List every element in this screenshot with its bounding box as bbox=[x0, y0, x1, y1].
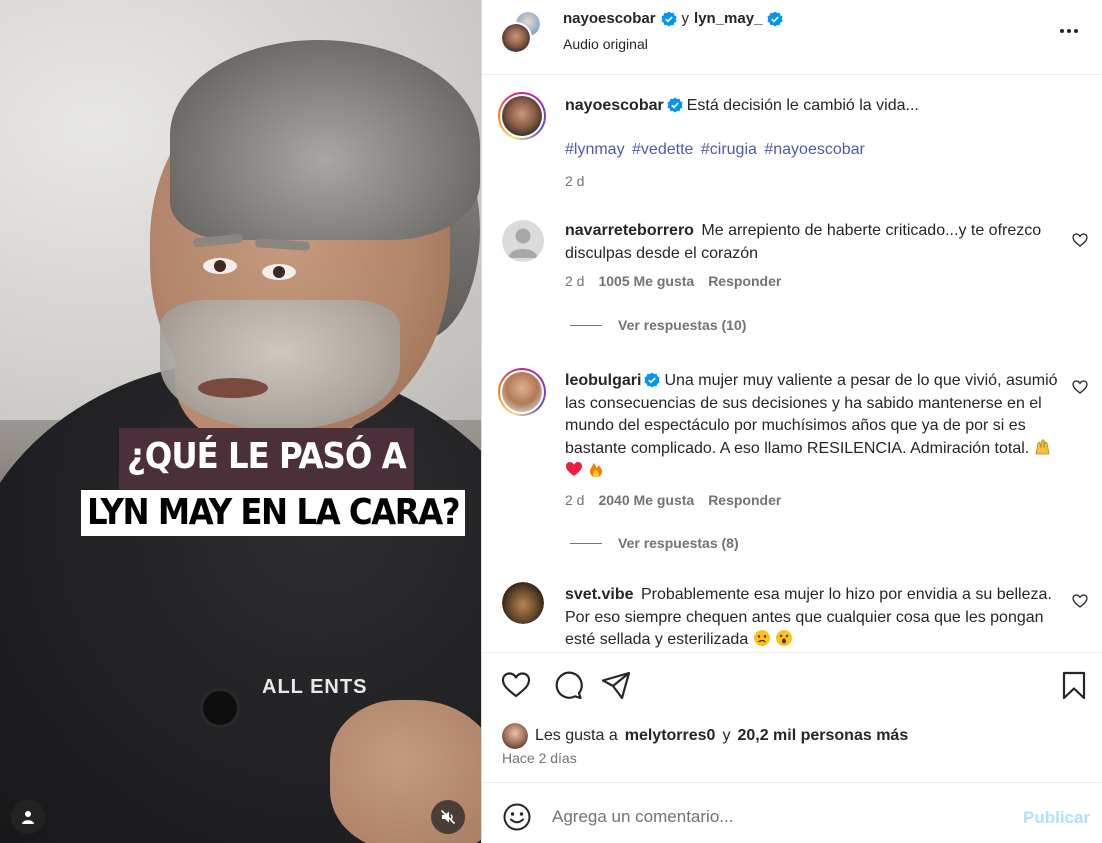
video-caption-line2: LYN MAY EN LA CARA? bbox=[81, 490, 466, 536]
reply-button[interactable]: Responder bbox=[708, 492, 781, 508]
verified-badge-icon bbox=[667, 97, 683, 113]
default-avatar-icon bbox=[508, 228, 538, 258]
muted-speaker-icon bbox=[440, 809, 456, 825]
person-eye-right bbox=[262, 264, 296, 280]
sad-face-emoji bbox=[753, 630, 770, 646]
post-header: nayoescobar y lyn_may_ Audio original bbox=[482, 0, 1102, 75]
replies-line bbox=[570, 542, 602, 544]
view-replies-label: Ver respuestas (10) bbox=[618, 317, 747, 333]
reply-button[interactable]: Responder bbox=[708, 273, 781, 289]
caption-meta: 2 d bbox=[565, 173, 584, 189]
heart-outline-icon[interactable] bbox=[1072, 232, 1088, 248]
person-eye-left bbox=[203, 258, 237, 274]
collab-avatars[interactable] bbox=[500, 10, 544, 54]
header-connector: y bbox=[681, 10, 690, 27]
hashtag-link[interactable]: #lynmay bbox=[565, 141, 625, 158]
replies-line bbox=[570, 324, 602, 326]
audio-link[interactable]: Audio original bbox=[563, 36, 648, 52]
video-caption-line1: ¿QUÉ LE PASÓ A bbox=[119, 428, 414, 490]
verified-badge-icon bbox=[661, 11, 677, 26]
verified-badge-icon bbox=[767, 11, 783, 26]
caption-username[interactable]: nayoescobar bbox=[565, 97, 664, 114]
likes-user[interactable]: melytorres0 bbox=[625, 727, 716, 745]
comment-time[interactable]: 2 d bbox=[565, 492, 584, 508]
emoji-icon[interactable] bbox=[502, 802, 532, 832]
comment-body: Probablemente esa mujer lo hizo por envi… bbox=[565, 586, 1052, 648]
comment-avatar[interactable] bbox=[498, 368, 546, 416]
caption-text: nayoescobar Está decisión le cambió la v… bbox=[565, 95, 1065, 118]
comment-username[interactable]: svet.vibe bbox=[565, 586, 633, 603]
comment-avatar[interactable] bbox=[502, 220, 544, 262]
comment-username[interactable]: leobulgari bbox=[565, 372, 641, 389]
share-icon[interactable] bbox=[600, 669, 632, 701]
more-options-button[interactable] bbox=[1060, 24, 1084, 38]
caption-time[interactable]: 2 d bbox=[565, 173, 584, 189]
comment-text: leobulgari Una mujer muy valiente a pesa… bbox=[565, 370, 1065, 483]
comment-likes[interactable]: 2040 Me gusta bbox=[598, 492, 694, 508]
liker-avatar[interactable] bbox=[502, 723, 528, 749]
hashtag-link[interactable]: #cirugia bbox=[701, 141, 757, 158]
user-icon bbox=[22, 811, 34, 824]
post-date[interactable]: Hace 2 días bbox=[502, 750, 577, 766]
verified-badge-icon bbox=[644, 372, 660, 388]
shirt-button bbox=[200, 688, 240, 728]
post-panel: nayoescobar y lyn_may_ Audio original na… bbox=[481, 0, 1102, 843]
reel-media[interactable]: ALL ENTS ¿QUÉ LE PASÓ A LYN MAY EN LA CA… bbox=[0, 0, 481, 843]
view-replies-button[interactable]: Ver respuestas (8) bbox=[570, 535, 739, 551]
surprised-face-emoji bbox=[776, 630, 793, 646]
raised-hands-emoji bbox=[1035, 439, 1050, 454]
header-user2[interactable]: lyn_may_ bbox=[694, 10, 762, 27]
comment-input[interactable] bbox=[552, 804, 1012, 830]
comment-meta: 2 d 1005 Me gusta Responder bbox=[565, 273, 781, 289]
view-replies-button[interactable]: Ver respuestas (10) bbox=[570, 317, 746, 333]
likes-connector: y bbox=[722, 727, 731, 744]
caption-avatar[interactable] bbox=[498, 92, 546, 140]
hashtag-link[interactable]: #vedette bbox=[632, 141, 693, 158]
publish-button[interactable]: Publicar bbox=[1023, 808, 1090, 828]
header-usernames: nayoescobar y lyn_may_ bbox=[563, 10, 783, 27]
more-horizontal-icon bbox=[1060, 29, 1064, 33]
comment-username[interactable]: navarreteborrero bbox=[565, 222, 694, 239]
comment-text: svet.vibe Probablemente esa mujer lo hiz… bbox=[565, 584, 1065, 651]
add-comment-bar: Publicar bbox=[482, 784, 1102, 843]
header-user1[interactable]: nayoescobar bbox=[563, 10, 656, 27]
avatar-nayoescobar[interactable] bbox=[500, 22, 532, 54]
comments-scroll-area[interactable]: nayoescobar Está decisión le cambió la v… bbox=[482, 76, 1102, 651]
view-replies-label: Ver respuestas (8) bbox=[618, 535, 739, 551]
comment-meta: 2 d 2040 Me gusta Responder bbox=[565, 492, 781, 508]
shirt-logo: ALL ENTS bbox=[262, 676, 368, 698]
red-heart-emoji bbox=[566, 462, 582, 476]
heart-icon[interactable] bbox=[500, 669, 532, 701]
caption-body: Está decisión le cambió la vida... bbox=[686, 97, 919, 114]
post-actions: Les gusta a melytorres0 y 20,2 mil perso… bbox=[482, 652, 1102, 783]
comment-text: navarreteborrero Me arrepiento de habert… bbox=[565, 220, 1065, 265]
tagged-users-button[interactable] bbox=[11, 800, 45, 834]
mute-button[interactable] bbox=[431, 800, 465, 834]
comment-icon[interactable] bbox=[552, 669, 584, 701]
comment-time[interactable]: 2 d bbox=[565, 273, 584, 289]
fire-emoji bbox=[590, 463, 603, 477]
heart-outline-icon[interactable] bbox=[1072, 379, 1088, 395]
likes-prefix: Les gusta a bbox=[535, 727, 618, 744]
likes-summary: Les gusta a melytorres0 y 20,2 mil perso… bbox=[502, 723, 908, 749]
likes-count[interactable]: 20,2 mil personas más bbox=[737, 727, 908, 745]
hashtags: #lynmay #vedette #cirugia #nayoescobar bbox=[565, 141, 867, 159]
heart-outline-icon[interactable] bbox=[1072, 593, 1088, 609]
comment-likes[interactable]: 1005 Me gusta bbox=[598, 273, 694, 289]
bookmark-icon[interactable] bbox=[1058, 669, 1090, 701]
person-beard bbox=[160, 300, 400, 430]
person-mouth bbox=[198, 378, 268, 398]
comment-avatar[interactable] bbox=[502, 582, 544, 624]
hashtag-link[interactable]: #nayoescobar bbox=[764, 141, 865, 158]
